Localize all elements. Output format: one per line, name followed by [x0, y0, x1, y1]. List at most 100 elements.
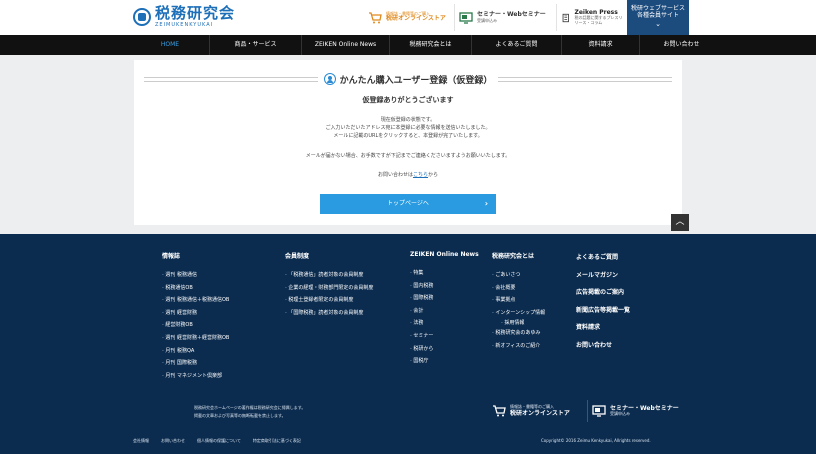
footer-seminar-caption: 受講申込み — [610, 411, 630, 417]
nav-online-news[interactable]: ZEIKEN Online News — [301, 35, 389, 55]
footer-link[interactable]: 特集 — [410, 267, 479, 280]
footer-link[interactable]: 会社概要 — [492, 282, 545, 295]
store-label: 税研オンラインストア — [386, 15, 446, 23]
footer-link[interactable]: 税理士登録者限定の会員制度 — [285, 294, 373, 307]
footer-link[interactable]: インターンシップ情報 — [492, 307, 545, 320]
url-message: メールに記載のURLをクリックすると、本登録が完了いたします。 — [333, 133, 483, 139]
footer-link[interactable]: 経営財務OB — [162, 319, 229, 332]
zeiken-press-link[interactable]: Zeiken Press 税の話題に関するプレスリリース・コラム — [556, 4, 626, 31]
footer-link[interactable]: 新オフィスのご紹介 — [492, 340, 545, 353]
footer-link[interactable]: 週刊 経営財務＋経営財務OB — [162, 332, 229, 345]
nav-contact[interactable]: お問い合わせ — [639, 35, 723, 55]
footer-link[interactable]: セミナー — [410, 330, 479, 343]
thanks-heading: 仮登録ありがとうございます — [362, 96, 454, 104]
nav-faq[interactable]: よくあるご質問 — [471, 35, 561, 55]
footer-contact-link[interactable]: お問い合わせ — [576, 337, 630, 355]
footer-link[interactable]: 「税務通信」読者対象の会員制度 — [285, 269, 373, 282]
footer-link[interactable]: 国際税務 — [410, 292, 479, 305]
footer-faq-link[interactable]: よくあるご質問 — [576, 249, 630, 267]
footer-link[interactable]: 国内税務 — [410, 280, 479, 293]
top-page-button[interactable]: トップページへ › — [320, 194, 496, 214]
footer-link[interactable]: 「国際税務」読者対象の会員制度 — [285, 307, 373, 320]
footer-seminar-link[interactable]: セミナー・Webセミナー 受講申込み — [587, 400, 687, 422]
seminar-icon — [459, 11, 473, 24]
footer-brochure-link[interactable]: 資料請求 — [576, 319, 630, 337]
footer-link[interactable]: 税務研究会のあゆみ — [492, 327, 545, 340]
logo-subtitle: ZEIMUKENKYUKAI — [155, 22, 214, 28]
registration-card: かんたん購入ユーザー登録（仮登録） 仮登録ありがとうございます 現在仮登録の状態… — [134, 60, 682, 225]
company-info-link[interactable]: 会社情報 — [133, 438, 149, 444]
footer-col-heading[interactable]: 会員制度 — [285, 251, 373, 260]
footer-ads-link[interactable]: 広告掲載のご案内 — [576, 284, 630, 302]
cart-icon — [493, 405, 506, 417]
seminar-icon — [592, 405, 606, 417]
footer-col-about: 税務研究会とは ごあいさつ 会社概要 事業拠点 インターンシップ情報 採用情報 … — [492, 251, 545, 353]
footer-link[interactable]: 月刊 税務QA — [162, 345, 229, 358]
copyright-note-line: 税務研究会ホームページの著作権は税務研究会に帰属します。 — [194, 405, 306, 410]
footer-link[interactable]: 税研から — [410, 343, 479, 356]
contact-suffix: から — [428, 172, 439, 178]
nav-brochure[interactable]: 資料請求 — [561, 35, 639, 55]
footer-link[interactable]: 週刊 税務通信 — [162, 269, 229, 282]
footer-col-news: ZEIKEN Online News 特集 国内税務 国際税務 会計 法務 セミ… — [410, 251, 479, 368]
footer-link[interactable]: 週刊 税務通信＋税務通信OB — [162, 294, 229, 307]
member-label-1: 税研ウェブサービス — [630, 5, 685, 12]
site-footer: 情報誌 週刊 税務通信 税務通信OB 週刊 税務通信＋税務通信OB 週刊 経営財… — [0, 234, 816, 454]
sent-message: ご入力いただいたアドレス宛に本登録に必要な情報を送信いたしました。 — [325, 125, 491, 131]
page-title-row: かんたん購入ユーザー登録（仮登録） — [144, 72, 672, 86]
status-message: 現在仮登録の状態です。 — [380, 117, 436, 123]
footer-link[interactable]: 会計 — [410, 305, 479, 318]
site-logo[interactable]: 税務研究会 ZEIMUKENKYUKAI — [133, 5, 235, 29]
footer-link[interactable]: 法務 — [410, 317, 479, 330]
footer-store-label: 税研オンラインストア — [510, 409, 570, 417]
no-mail-message: メールが届かない場合、お手数ですが下記までご連絡くださいますようお願いいたします… — [305, 153, 511, 159]
footer-link[interactable]: 税務通信OB — [162, 282, 229, 295]
seminar-caption: 受講申込み — [477, 17, 497, 23]
footer-link[interactable]: 事業拠点 — [492, 294, 545, 307]
footer-link[interactable]: 週刊 経営財務 — [162, 307, 229, 320]
footer-col-heading[interactable]: 情報誌 — [162, 251, 229, 260]
footer-link[interactable]: ごあいさつ — [492, 269, 545, 282]
footer-col-magazines: 情報誌 週刊 税務通信 税務通信OB 週刊 税務通信＋税務通信OB 週刊 経営財… — [162, 251, 229, 382]
online-store-link[interactable]: 情報誌・書籍等のご購入 税研オンラインストア — [364, 4, 452, 31]
copyright: Copyright© 2016 Zeimu Kenkyukai, Allrigh… — [541, 438, 651, 443]
page-top-button[interactable]: ︿ — [671, 214, 689, 231]
commerce-law-link[interactable]: 特定商取引法に基づく表記 — [253, 438, 301, 444]
footer-col-membership: 会員制度 「税務通信」読者対象の会員制度 企業の経理・財務部門限定の会員制度 税… — [285, 251, 373, 319]
footer-store-link[interactable]: 情報誌・書籍等のご購入 税研オンラインストア — [492, 400, 584, 422]
footer-link[interactable]: 月刊 マネジメント倶楽部 — [162, 370, 229, 383]
footer-col-heading[interactable]: ZEIKEN Online News — [410, 251, 479, 258]
press-caption: 税の話題に関するプレスリリース・コラム — [574, 15, 623, 25]
chevron-right-icon: › — [484, 199, 488, 208]
privacy-link[interactable]: 個人情報の保護について — [197, 438, 241, 444]
top-page-label: トップページへ — [387, 200, 429, 207]
page-title: かんたん購入ユーザー登録（仮登録） — [339, 75, 493, 86]
seminar-link[interactable]: セミナー・Webセミナー 受講申込み — [454, 4, 552, 31]
contact-prefix: お問い合わせは — [377, 172, 413, 178]
copyright-note-line: 掲載の文章および写真等の無断転載を禁止します。 — [194, 413, 286, 418]
contact-link[interactable]: こちら — [413, 172, 428, 178]
global-nav: HOME 商品・サービス ZEIKEN Online News 税務研究会とは … — [0, 35, 816, 55]
footer-link[interactable]: 採用情報 — [492, 319, 545, 327]
footer-link[interactable]: 企業の経理・財務部門限定の会員制度 — [285, 282, 373, 295]
chevron-up-icon: ︿ — [675, 217, 685, 227]
cart-icon — [369, 11, 382, 23]
inquiry-link[interactable]: お問い合わせ — [161, 438, 185, 444]
nav-about[interactable]: 税務研究会とは — [389, 35, 471, 55]
footer-col-misc: よくあるご質問 メールマガジン 広告掲載のご案内 新聞広告等掲載一覧 資料請求 … — [576, 249, 630, 354]
user-icon — [323, 73, 336, 85]
site-header: 税務研究会 ZEIMUKENKYUKAI 情報誌・書籍等のご購入 税研オンライン… — [0, 0, 816, 35]
footer-col-heading[interactable]: 税務研究会とは — [492, 251, 545, 260]
footer-link[interactable]: 月刊 国際税務 — [162, 357, 229, 370]
nav-products[interactable]: 商品・サービス — [209, 35, 301, 55]
document-icon — [562, 13, 569, 22]
member-label-2: 各種会員サイト — [636, 12, 679, 20]
chevron-down-icon: ⌄ — [655, 20, 661, 29]
member-sites-button[interactable]: 税研ウェブサービス 各種会員サイト ⌄ — [627, 0, 689, 35]
footer-newsletter-link[interactable]: メールマガジン — [576, 267, 630, 285]
nav-home[interactable]: HOME — [131, 35, 209, 55]
copyright-notice: 税務研究会ホームページの著作権は税務研究会に帰属します。 掲載の文章および写真等… — [194, 404, 305, 420]
footer-newspaper-ads-link[interactable]: 新聞広告等掲載一覧 — [576, 302, 630, 320]
footer-bottom-links: 会社情報 お問い合わせ 個人情報の保護について 特定商取引法に基づく表記 — [133, 438, 313, 444]
footer-link[interactable]: 国税庁 — [410, 355, 479, 368]
